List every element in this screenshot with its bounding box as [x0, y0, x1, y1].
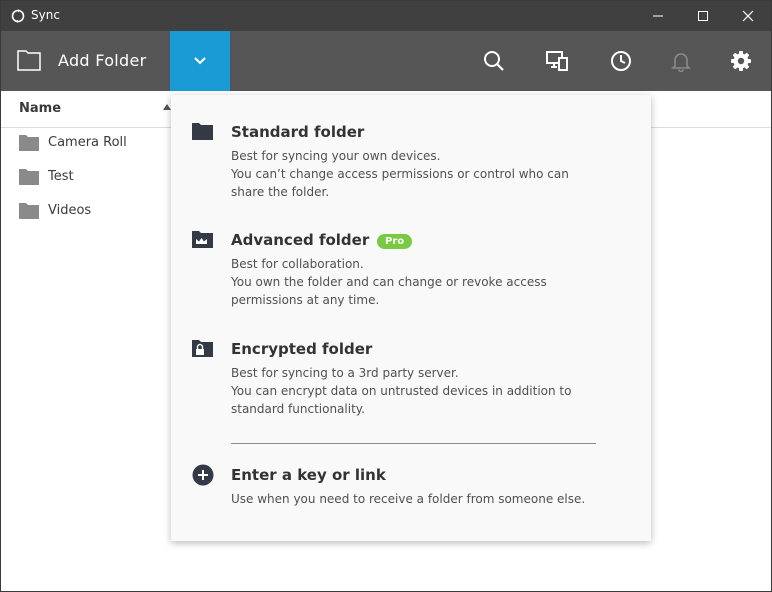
folder-icon — [19, 135, 39, 151]
description-line: You own the folder and can change or rev… — [231, 275, 547, 289]
plus-circle-icon — [192, 464, 214, 486]
menu-divider — [231, 443, 596, 444]
menu-item-encrypted-folder[interactable]: Encrypted folder Best for syncing to a 3… — [171, 330, 651, 426]
minimize-button[interactable] — [635, 1, 681, 31]
list-item[interactable]: Camera Roll — [1, 127, 171, 161]
menu-item-description: Use when you need to receive a folder fr… — [231, 490, 631, 508]
list-item-name: Camera Roll — [48, 135, 127, 150]
description-line: Best for syncing to a 3rd party server. — [231, 366, 459, 380]
history-clock-icon — [611, 51, 631, 71]
app-window: Sync Add Folder Name Camera Roll Test Vi… — [0, 0, 772, 592]
pro-badge: Pro — [377, 234, 413, 249]
description-line: standard functionality. — [231, 402, 365, 416]
sync-app-icon — [11, 9, 25, 23]
maximize-button[interactable] — [680, 1, 726, 31]
description-line: You can’t change access permissions or c… — [231, 167, 569, 181]
menu-item-title: Standard folder — [231, 123, 365, 141]
close-button[interactable] — [725, 1, 771, 31]
description-line: Best for collaboration. — [231, 257, 364, 271]
menu-item-title: Advanced folder — [231, 231, 370, 249]
list-item-name: Test — [48, 169, 74, 184]
settings-button[interactable] — [711, 31, 771, 91]
maximize-icon — [698, 11, 708, 21]
add-folder-dropdown-toggle[interactable] — [170, 31, 230, 91]
description-line: permissions at any time. — [231, 293, 380, 307]
lock-folder-icon — [192, 340, 213, 357]
crown-folder-icon — [192, 231, 213, 248]
add-folder-label: Add Folder — [58, 51, 147, 70]
folder-outline-icon — [17, 50, 41, 71]
menu-item-standard-folder[interactable]: Standard folder Best for syncing your ow… — [171, 113, 651, 209]
menu-item-description: Best for collaboration. You own the fold… — [231, 255, 631, 309]
folder-icon — [192, 123, 213, 140]
notifications-button[interactable] — [651, 31, 711, 91]
history-button[interactable] — [591, 31, 651, 91]
folder-icon — [19, 169, 39, 185]
gear-icon — [731, 51, 751, 71]
sort-ascending-icon[interactable] — [163, 104, 171, 110]
add-folder-menu: Standard folder Best for syncing your ow… — [171, 95, 651, 541]
description-line: Use when you need to receive a folder fr… — [231, 492, 586, 506]
description-line: You can encrypt data on untrusted device… — [231, 384, 572, 398]
devices-icon — [546, 51, 568, 71]
description-line: Best for syncing your own devices. — [231, 149, 441, 163]
add-folder-button[interactable]: Add Folder — [1, 31, 169, 91]
folder-icon — [19, 203, 39, 219]
column-header-name[interactable]: Name — [19, 101, 61, 116]
menu-item-title: Encrypted folder — [231, 340, 373, 358]
minimize-icon — [653, 15, 663, 17]
search-icon — [484, 51, 504, 71]
close-icon — [742, 10, 754, 22]
list-item-name: Videos — [48, 203, 92, 218]
window-title: Sync — [31, 8, 60, 22]
list-item[interactable]: Videos — [1, 195, 171, 229]
description-line: share the folder. — [231, 185, 330, 199]
toolbar: Add Folder — [1, 31, 771, 91]
menu-item-advanced-folder[interactable]: Advanced folder Pro Best for collaborati… — [171, 221, 651, 317]
title-bar: Sync — [1, 1, 771, 31]
search-button[interactable] — [464, 31, 524, 91]
menu-item-description: Best for syncing your own devices. You c… — [231, 147, 631, 201]
bell-icon — [671, 53, 691, 72]
devices-button[interactable] — [527, 31, 587, 91]
menu-item-title: Enter a key or link — [231, 466, 386, 484]
menu-item-description: Best for syncing to a 3rd party server. … — [231, 364, 631, 418]
chevron-down-icon — [194, 57, 206, 65]
list-item[interactable]: Test — [1, 161, 171, 195]
menu-item-enter-key-or-link[interactable]: Enter a key or link Use when you need to… — [171, 456, 651, 516]
